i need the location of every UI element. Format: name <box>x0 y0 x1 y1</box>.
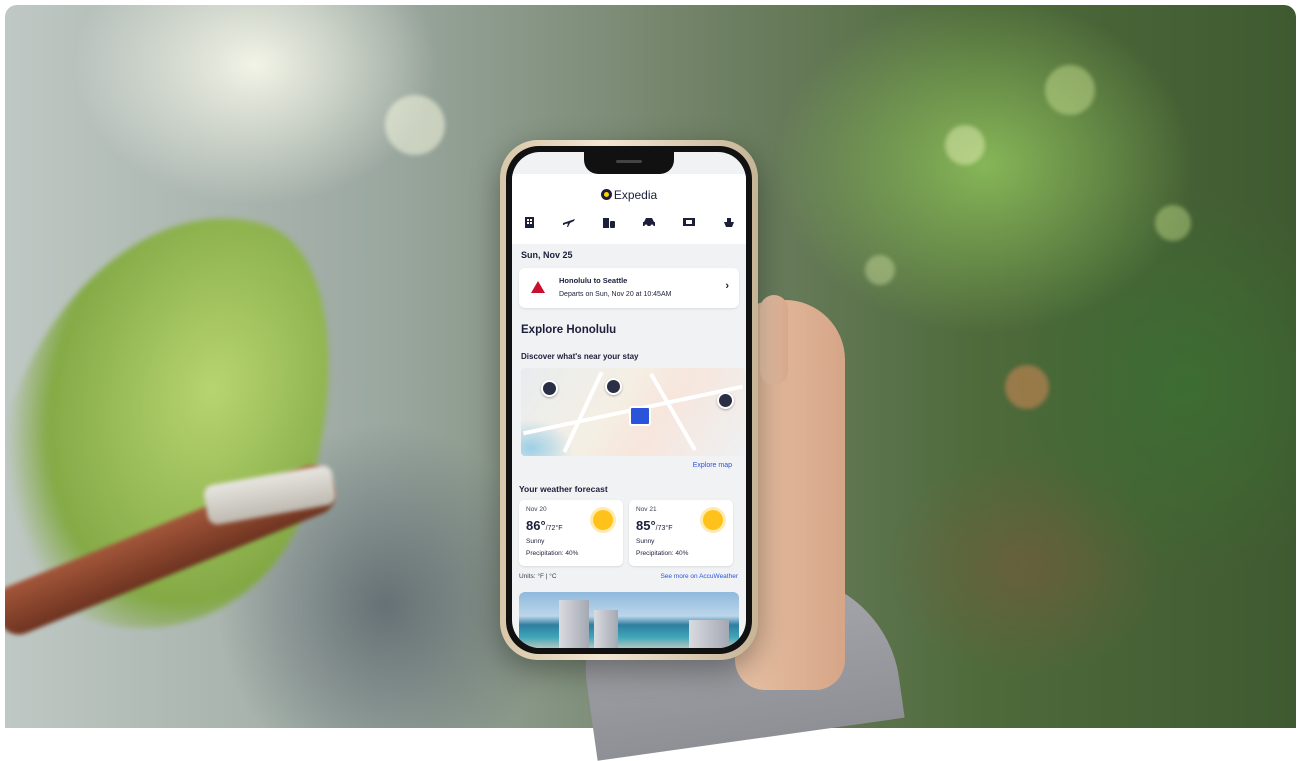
building <box>559 600 589 648</box>
ticket-icon[interactable] <box>678 214 700 230</box>
weather-temp: 86°/72°F <box>526 518 562 533</box>
weather-date: Nov 20 <box>526 506 547 513</box>
expedia-logo-icon <box>600 189 612 200</box>
weather-card: Nov 20 86°/72°F Sunny Precipitation: 40% <box>519 500 623 566</box>
hotel-icon[interactable] <box>518 214 540 230</box>
weather-title: Your weather forecast <box>519 484 608 494</box>
sun-icon <box>593 510 613 530</box>
package-icon[interactable] <box>598 214 620 230</box>
phone-notch <box>584 152 674 174</box>
phone-screen: Expedia Sun, Nov 25 Honolulu to Seattle … <box>512 152 746 648</box>
weather-high: 86° <box>526 518 546 533</box>
trip-subtitle: Departs on Sun, Nov 20 at 10:45AM <box>559 291 672 298</box>
honolulu-photo[interactable] <box>519 592 739 648</box>
weather-condition: Sunny <box>526 538 545 545</box>
weather-card: Nov 21 85°/73°F Sunny Precipitation: 40% <box>629 500 733 566</box>
weather-temp: 85°/73°F <box>636 518 672 533</box>
map-road <box>562 371 604 453</box>
bokeh-light <box>1045 65 1095 115</box>
chevron-right-icon: › <box>725 280 729 292</box>
explore-title: Explore Honolulu <box>521 324 617 336</box>
trip-card[interactable]: Honolulu to Seattle Departs on Sun, Nov … <box>519 268 739 308</box>
bokeh-light <box>865 255 895 285</box>
car-icon[interactable] <box>638 214 660 230</box>
building <box>594 610 618 648</box>
weather-low: /72°F <box>545 525 563 532</box>
weather-high: 85° <box>636 518 656 533</box>
units-toggle[interactable]: Units: °F | °C <box>519 573 557 580</box>
weather-date: Nov 21 <box>636 506 657 513</box>
phone: Expedia Sun, Nov 25 Honolulu to Seattle … <box>500 140 758 660</box>
weather-precip: Precipitation: 40% <box>526 550 579 557</box>
hotel-pin-icon[interactable] <box>629 406 651 426</box>
bokeh-light <box>945 125 985 165</box>
building <box>689 620 729 648</box>
accuweather-link[interactable]: See more on AccuWeather <box>660 573 738 580</box>
bokeh-light <box>1005 365 1049 409</box>
app-logo[interactable]: Expedia <box>512 188 746 202</box>
delta-logo-icon <box>531 281 545 293</box>
app-header: Expedia <box>512 174 746 244</box>
cruise-icon[interactable] <box>718 214 740 230</box>
category-nav <box>518 214 740 230</box>
sun-icon <box>703 510 723 530</box>
map-pin-icon[interactable] <box>541 380 558 397</box>
trip-date: Sun, Nov 25 <box>521 250 573 260</box>
map-pin-icon[interactable] <box>717 392 734 409</box>
map-preview[interactable] <box>521 368 745 456</box>
flight-icon[interactable] <box>558 214 580 230</box>
weather-low: /73°F <box>655 525 673 532</box>
brand-name: Expedia <box>613 188 658 202</box>
bokeh-light <box>1155 205 1191 241</box>
map-road <box>649 372 697 452</box>
discover-heading: Discover what's near your stay <box>521 352 639 361</box>
bokeh-light <box>385 95 445 155</box>
weather-condition: Sunny <box>636 538 655 545</box>
thumb <box>760 295 788 385</box>
explore-map-link[interactable]: Explore map <box>693 462 732 469</box>
weather-precip: Precipitation: 40% <box>636 550 689 557</box>
speaker <box>616 160 642 163</box>
map-pin-icon[interactable] <box>605 378 622 395</box>
trip-title: Honolulu to Seattle <box>559 276 628 285</box>
